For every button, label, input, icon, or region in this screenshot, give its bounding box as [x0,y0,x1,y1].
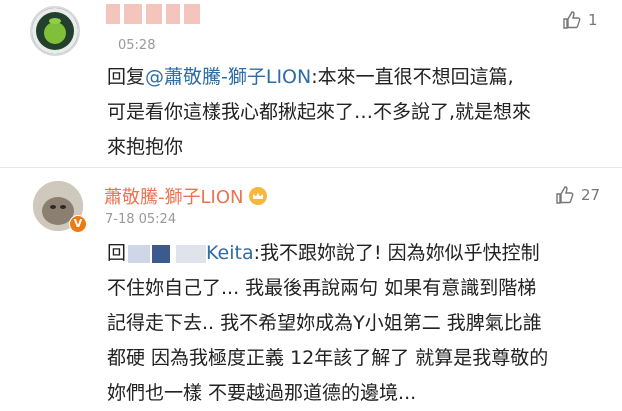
comment-timestamp: 7-18 05:24 [105,212,177,227]
comment-body: 回 Keita:我不跟妳說了! 因為妳似乎快控制 不住妳自己了... 我最後再說兩… [107,236,548,411]
comment-line: 可是看你這樣我心都揪起來了…不多說了,就是想來 [107,101,532,123]
reply-prefix: 回 [107,242,127,264]
commenter-avatar[interactable] [30,6,80,56]
comment-line: 來抱抱你 [107,136,184,158]
like-count: 1 [588,11,598,29]
like-button[interactable]: 27 [555,185,600,205]
thumbs-up-icon [556,186,574,204]
comment-line: 都硬 因為我極度正義 12年該了解了 就算是我尊敬的 [107,347,549,369]
commenter-name-redacted [106,4,216,26]
comment-line: 記得走下去.. 我不希望妳成為Y小姐第二 我脾氣比誰 [107,312,542,334]
comment-divider [0,167,622,168]
crown-icon [249,187,268,205]
author-name-row[interactable]: 蕭敬騰-獅子LION [104,183,268,209]
mention-redacted [128,244,151,263]
mention-redacted [152,244,171,263]
comment-text: :本來一直很不想回這篇, [311,66,514,88]
mention-link[interactable]: @蕭敬騰-獅子LION [145,66,311,88]
comment-timestamp: 05:28 [118,38,156,53]
mention-redacted [176,244,207,263]
comment-line: 不住妳自己了... 我最後再說兩句 如果有意識到階梯 [107,277,537,299]
comment-body: 回复@蕭敬騰-獅子LION:本來一直很不想回這篇, 可是看你這樣我心都揪起來了…… [107,60,531,165]
comment-line: 回 Keita:我不跟妳說了! 因為妳似乎快控制 [107,236,548,271]
mention-link[interactable]: Keita [206,242,254,264]
author-name[interactable]: 蕭敬騰-獅子LION [104,183,243,209]
comment-line: 妳們也一樣 不要越過那道德的邊境... [107,382,417,404]
thumbs-up-icon [563,11,581,29]
avatar-image [32,8,78,54]
comment-text: :我不跟妳說了! 因為妳似乎快控制 [253,242,540,264]
reply-prefix: 回复 [107,66,146,88]
like-count: 27 [581,186,601,204]
verified-badge-icon: V [69,215,87,233]
like-button[interactable]: 1 [562,10,598,30]
comment-line: 回复@蕭敬騰-獅子LION:本來一直很不想回這篇, [107,60,531,95]
